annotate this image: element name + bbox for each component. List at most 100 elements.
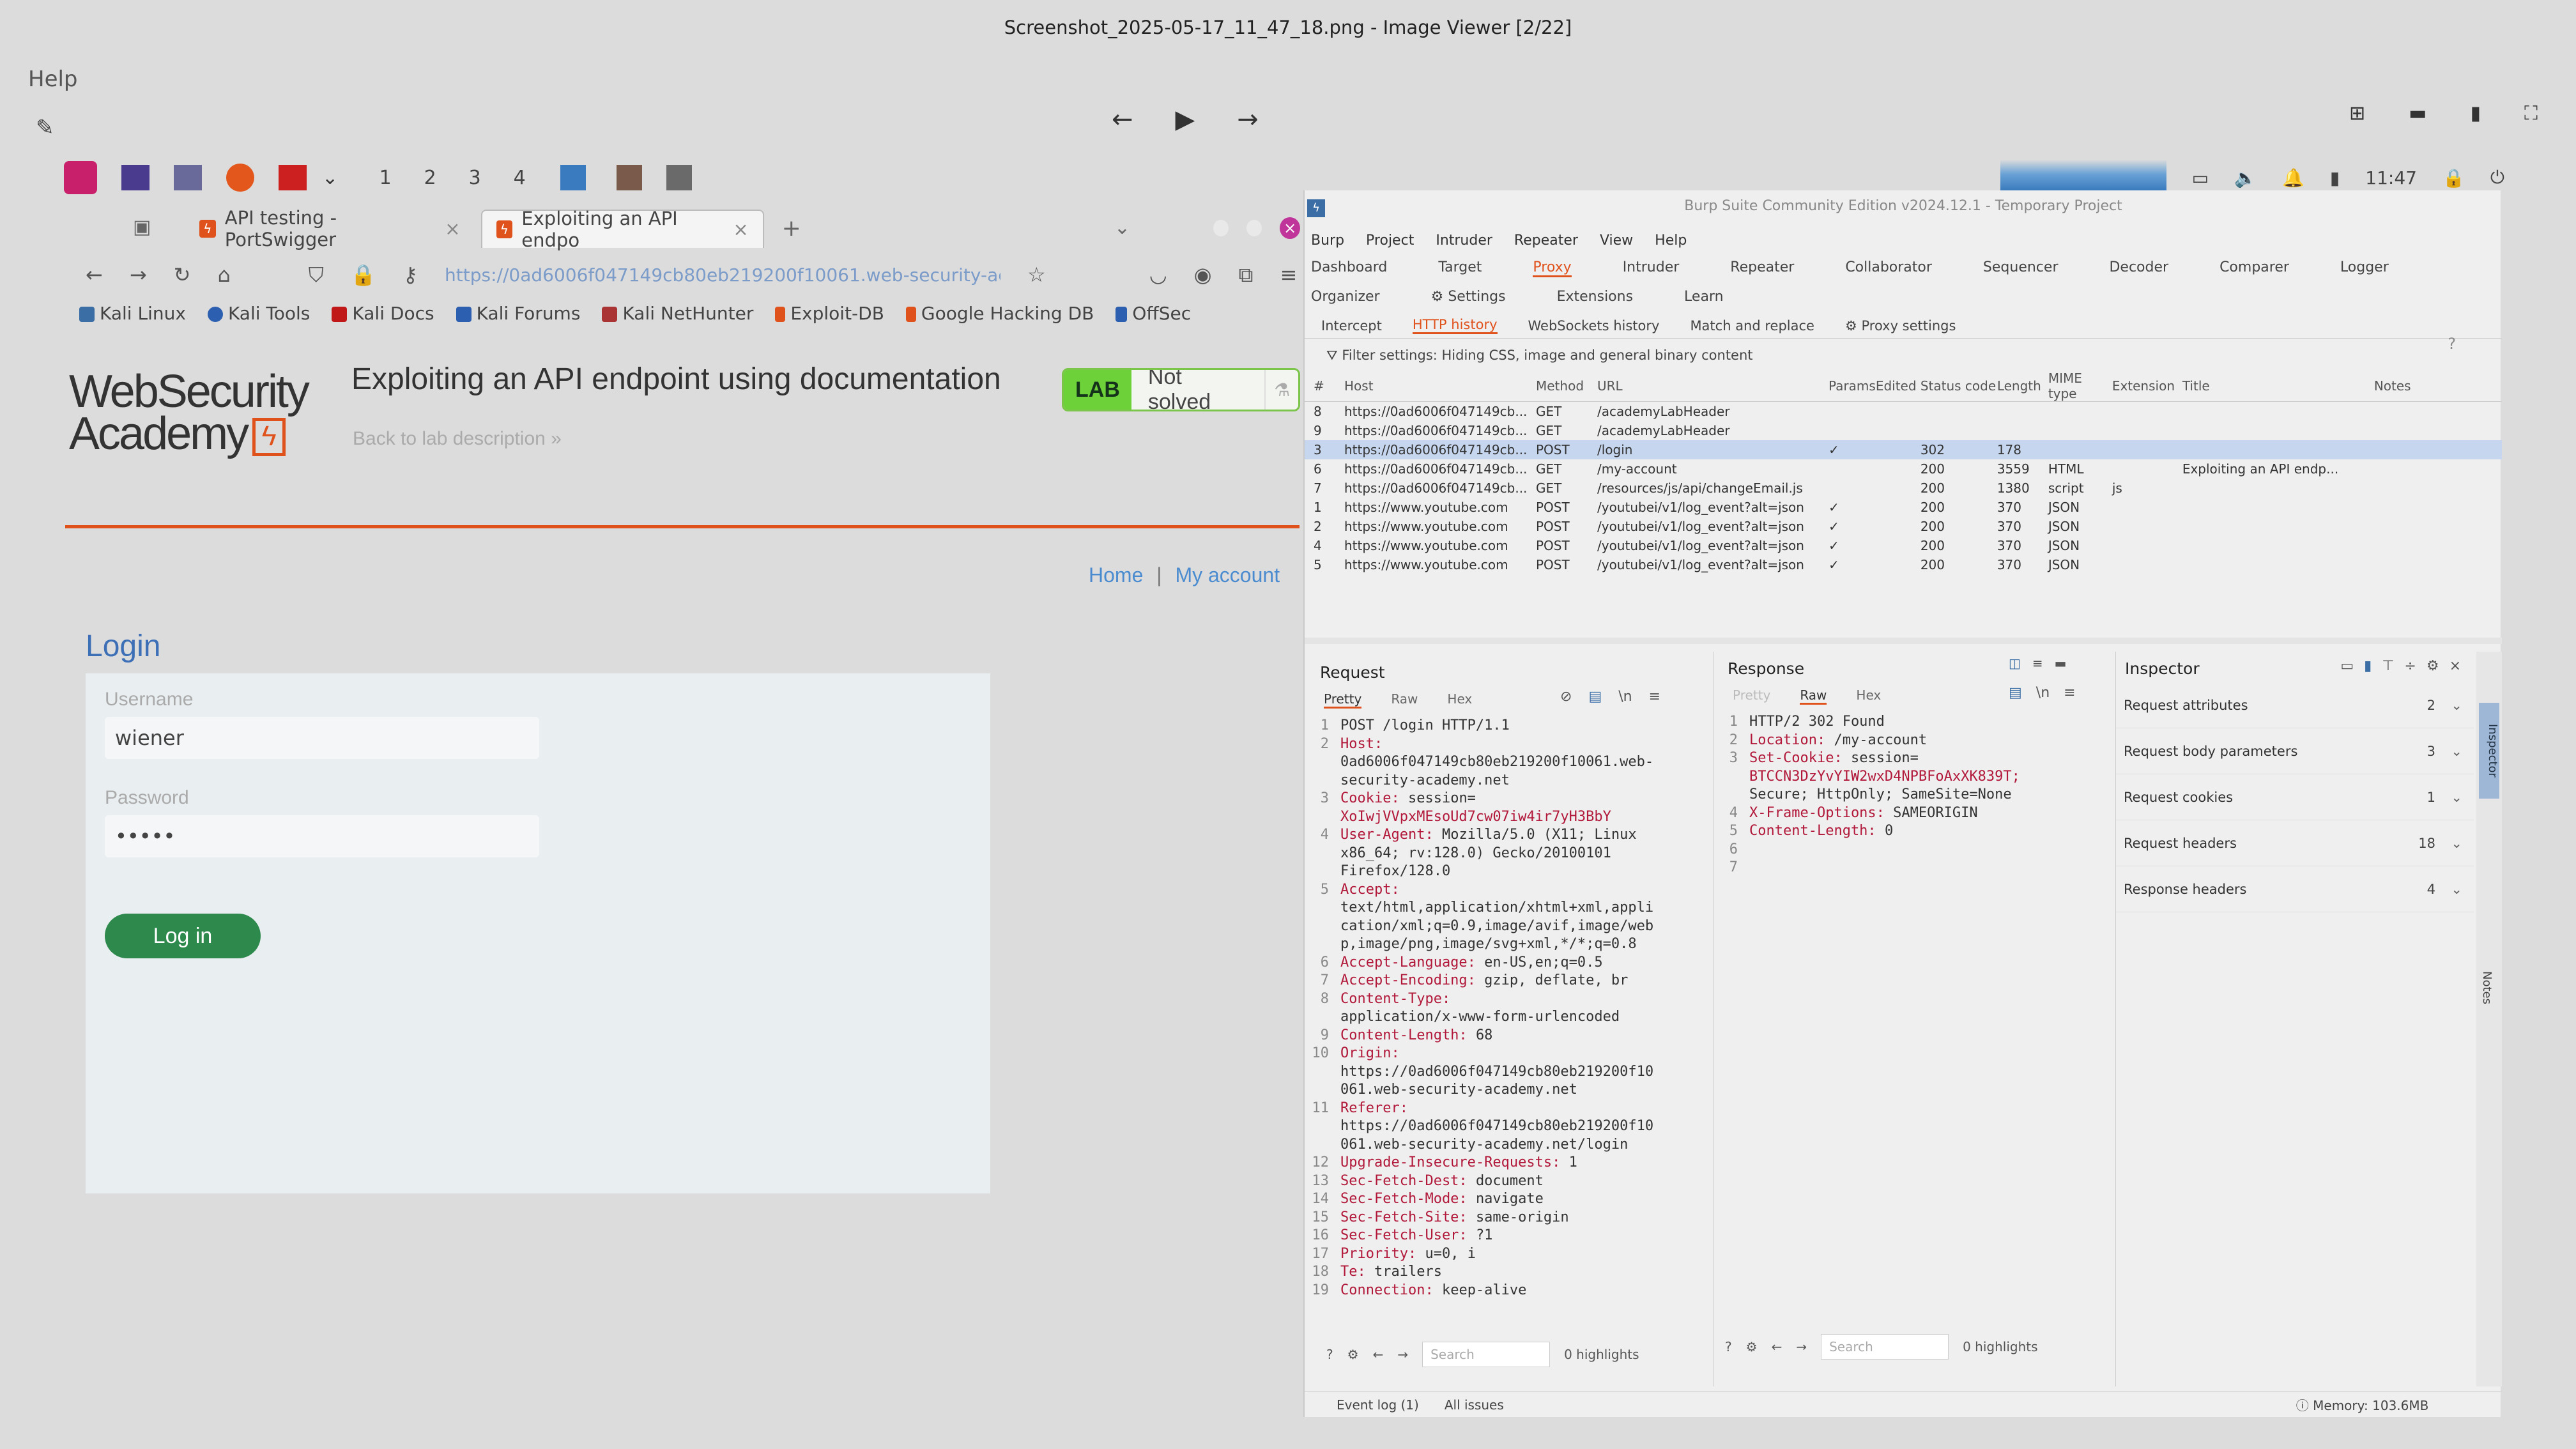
tab-extensions[interactable]: Extensions [1557, 289, 1633, 305]
tab-intruder[interactable]: Intruder [1623, 259, 1680, 277]
column-header[interactable]: MIME type [2048, 371, 2112, 402]
table-row[interactable]: 2 https://www.youtube.com POST/youtubei/v1… [1305, 517, 2502, 536]
gear-icon[interactable]: ⚙ [1347, 1347, 1359, 1362]
subtab-http-history[interactable]: HTTP history [1412, 317, 1498, 334]
app-icon[interactable] [279, 165, 307, 190]
table-row[interactable]: 1 https://www.youtube.com POST/youtubei/v1… [1305, 498, 2502, 517]
extensions-icon[interactable]: ⧉ [1239, 263, 1254, 288]
tab-pretty[interactable]: Pretty [1324, 691, 1362, 709]
app2-taskbar-icon[interactable] [617, 165, 643, 190]
column-header[interactable]: # [1305, 371, 1344, 402]
window-dot-icon[interactable] [1213, 220, 1229, 236]
column-header[interactable]: Status code [1920, 371, 1997, 402]
request-editor[interactable]: 1 POST /login HTTP/1.1 2 Host: 0ad6006f0471… [1311, 717, 1707, 1300]
horizontal-view-icon[interactable]: ≡ [2032, 656, 2043, 671]
terminal-icon[interactable] [121, 165, 150, 190]
next-match-icon[interactable]: → [1796, 1339, 1807, 1354]
menu-intruder[interactable]: Intruder [1436, 233, 1492, 249]
tab-comparer[interactable]: Comparer [2220, 259, 2289, 277]
workspace-3[interactable]: 3 [458, 167, 491, 189]
app3-taskbar-icon[interactable] [666, 165, 693, 190]
bookmark-exploit-db[interactable]: Exploit-DB [775, 303, 884, 324]
split-icon[interactable]: ÷ [2404, 658, 2416, 674]
account-icon[interactable]: ◉ [1194, 263, 1212, 287]
vertical-view-icon[interactable]: ▬ [2055, 656, 2067, 671]
bookmark-google-hacking-db[interactable]: Google Hacking DB [905, 303, 1094, 324]
clock[interactable]: 11:47 [2365, 167, 2417, 188]
tab-logger[interactable]: Logger [2340, 259, 2389, 277]
close-tab-icon[interactable]: × [733, 218, 748, 240]
previous-icon[interactable]: ← [1112, 105, 1133, 134]
table-row[interactable]: 5 https://www.youtube.com POST/youtubei/v1… [1305, 555, 2502, 574]
table-row[interactable]: 9 https://0ad6006f047149cb... GET/academyL… [1305, 421, 2502, 440]
menu-view[interactable]: View [1600, 233, 1633, 249]
nav-home-link[interactable]: Home [1089, 564, 1143, 586]
tab-api-testing[interactable]: ϟ API testing - PortSwigger × [185, 207, 475, 250]
layout-active-icon[interactable]: ▮ [2364, 658, 2372, 674]
pin-icon[interactable]: ▮ [2470, 102, 2481, 125]
subtab-proxy-settings[interactable]: ⚙ Proxy settings [1845, 318, 1956, 334]
inspector-row-response-headers[interactable]: Response headers 4 ⌄ [2116, 866, 2474, 912]
tab-overview-icon[interactable]: ▣ [133, 216, 151, 238]
column-header[interactable]: Extension [2112, 371, 2182, 402]
column-header[interactable]: Notes [2373, 371, 2502, 402]
event-log-link[interactable]: Event log (1) [1337, 1397, 1419, 1413]
display-icon[interactable]: ▭ [2192, 167, 2209, 188]
password-input[interactable]: ••••• [105, 815, 539, 857]
tab-raw[interactable]: Raw [1391, 691, 1418, 709]
prev-match-icon[interactable]: ← [1772, 1339, 1782, 1354]
tab-exploiting-api[interactable]: ϟ Exploiting an API endpo × [480, 208, 764, 251]
wrap-icon[interactable]: ▤ [1588, 689, 1602, 705]
close-tab-icon[interactable]: × [445, 218, 460, 240]
subtab-websockets-history[interactable]: WebSockets history [1528, 318, 1660, 334]
tab-organizer[interactable]: Organizer [1311, 289, 1380, 305]
tab-pretty[interactable]: Pretty [1733, 687, 1770, 705]
menu-burp[interactable]: Burp [1311, 233, 1344, 249]
forward-icon[interactable]: → [130, 263, 147, 287]
menu-icon[interactable]: ≡ [1649, 689, 1660, 705]
prev-match-icon[interactable]: ← [1373, 1347, 1384, 1362]
bookmark-kali-nethunter[interactable]: Kali NetHunter [602, 303, 753, 324]
split-view-icon[interactable]: ◫ [2009, 656, 2021, 671]
table-row[interactable]: 3 https://0ad6006f047149cb... POST/login ✓ 3… [1305, 440, 2502, 459]
menu-project[interactable]: Project [1366, 233, 1414, 249]
wrap-icon[interactable]: ▤ [2009, 685, 2022, 701]
menu-repeater[interactable]: Repeater [1514, 233, 1578, 249]
bookmark-star-icon[interactable]: ☆ [1027, 263, 1046, 287]
volume-icon[interactable]: 🔈 [2234, 167, 2257, 188]
tab-proxy[interactable]: Proxy [1533, 259, 1572, 277]
gear-icon[interactable]: ⚙ [2426, 658, 2439, 674]
column-header[interactable]: URL [1597, 371, 1828, 402]
inspector-row-request-cookies[interactable]: Request cookies 1 ⌄ [2116, 774, 2474, 820]
shield-icon[interactable]: ⛉ [309, 263, 324, 288]
bookmark-kali-tools[interactable]: Kali Tools [207, 303, 310, 324]
subtab-match-replace[interactable]: Match and replace [1690, 318, 1814, 334]
column-header[interactable]: Edited [1875, 371, 1920, 402]
close-window-icon[interactable]: × [1280, 217, 1300, 239]
workspace-4[interactable]: 4 [503, 167, 536, 189]
viewer-menu-help[interactable]: Help [28, 66, 78, 92]
table-row[interactable]: 7 https://0ad6006f047149cb... GET/resource… [1305, 479, 2502, 498]
menu-icon[interactable]: ≡ [2064, 685, 2075, 701]
hide-icon[interactable]: ⊘ [1560, 689, 1572, 705]
subtab-intercept[interactable]: Intercept [1321, 318, 1382, 334]
home-icon[interactable]: ⌂ [217, 263, 230, 287]
response-search-input[interactable]: Search [1821, 1334, 1949, 1360]
align-top-icon[interactable]: ⊤ [2382, 658, 2394, 674]
column-header[interactable]: Method [1536, 371, 1597, 402]
notification-icon[interactable]: 🔔 [2282, 167, 2304, 188]
battery-icon[interactable]: ▮ [2330, 167, 2340, 188]
url-bar[interactable]: https://0ad6006f047149cb80eb219200f10061… [445, 264, 1000, 286]
username-input[interactable]: wiener [105, 717, 539, 759]
next-icon[interactable]: → [1237, 105, 1259, 134]
column-header[interactable]: Host [1344, 371, 1536, 402]
burp-taskbar-icon[interactable] [560, 165, 586, 190]
inspector-row-request-body-parameters[interactable]: Request body parameters 3 ⌄ [2116, 728, 2474, 774]
bookmark-kali-forums[interactable]: Kali Forums [456, 303, 580, 324]
play-icon[interactable]: ▶ [1176, 105, 1195, 134]
workspace-2[interactable]: 2 [413, 167, 447, 189]
tab-hex[interactable]: Hex [1856, 687, 1881, 705]
tab-sequencer[interactable]: Sequencer [1983, 259, 2058, 277]
newline-icon[interactable]: \n [1618, 689, 1632, 705]
table-row[interactable]: 6 https://0ad6006f047149cb... GET/my-accou… [1305, 459, 2502, 479]
